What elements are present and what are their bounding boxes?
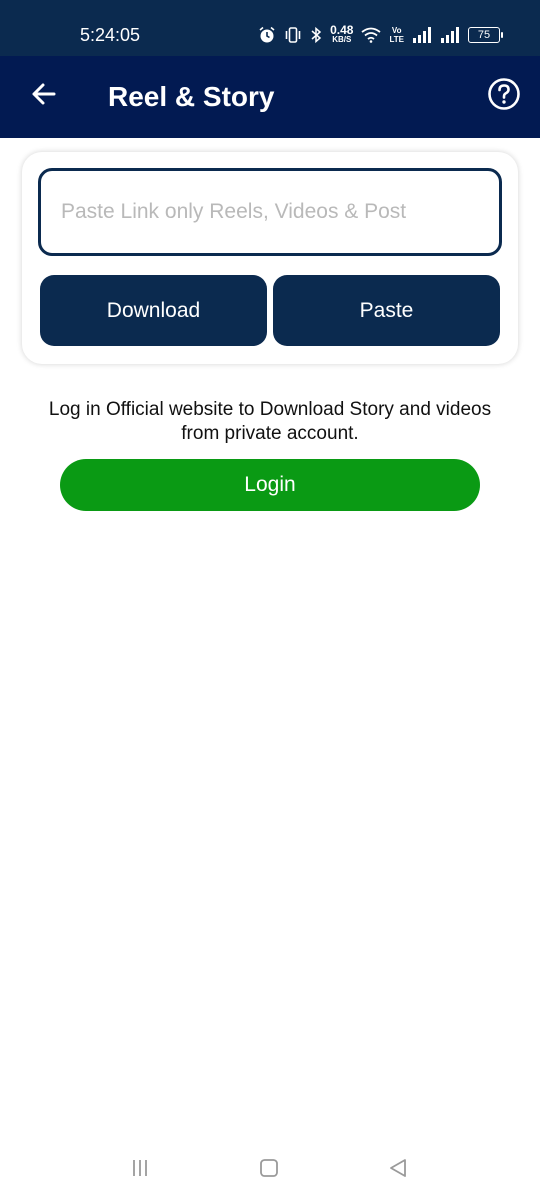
back-icon xyxy=(387,1157,409,1184)
status-time: 5:24:05 xyxy=(80,25,141,45)
bluetooth-icon xyxy=(310,26,322,44)
network-speed-value: 0.48 xyxy=(330,23,354,37)
status-icons: 0.48 KB/S Vo LTE 75 xyxy=(258,23,503,46)
system-back-button[interactable] xyxy=(382,1154,414,1186)
app-bar: Reel & Story xyxy=(0,56,540,138)
page-title: Reel & Story xyxy=(108,81,275,112)
signal-icon xyxy=(440,27,460,43)
link-card: Download Paste xyxy=(22,152,518,364)
home-icon xyxy=(258,1157,280,1184)
volte-top: Vo xyxy=(391,26,402,35)
login-info-line1: Log in Official website to Download Stor… xyxy=(48,399,492,420)
battery-icon: 75 xyxy=(468,27,503,43)
arrow-left-icon xyxy=(30,80,58,113)
volte-bottom: LTE xyxy=(389,35,404,44)
status-bar: 5:24:05 0.48 KB/S Vo LTE 75 xyxy=(0,0,540,56)
help-button[interactable] xyxy=(486,77,522,116)
volte-indicator: Vo LTE xyxy=(389,26,404,44)
paste-button[interactable]: Paste xyxy=(273,275,500,346)
alarm-icon xyxy=(258,26,276,44)
login-info-line2: from private account. xyxy=(181,423,359,444)
signal-icon xyxy=(412,27,432,43)
download-button[interactable]: Download xyxy=(40,275,267,346)
back-button[interactable] xyxy=(24,76,64,116)
vibrate-icon xyxy=(284,27,302,43)
recent-apps-button[interactable] xyxy=(124,1154,156,1186)
login-info-text: Log in Official website to Download Stor… xyxy=(20,398,520,446)
login-button[interactable]: Login xyxy=(60,459,480,511)
menu-icon xyxy=(129,1158,151,1183)
home-button[interactable] xyxy=(253,1154,285,1186)
help-circle-icon xyxy=(487,77,521,116)
network-speed-unit: KB/S xyxy=(332,35,352,44)
wifi-icon xyxy=(361,27,382,43)
system-nav-bar xyxy=(0,1140,540,1200)
link-input[interactable] xyxy=(38,168,502,256)
network-speed: 0.48 KB/S xyxy=(330,23,354,45)
